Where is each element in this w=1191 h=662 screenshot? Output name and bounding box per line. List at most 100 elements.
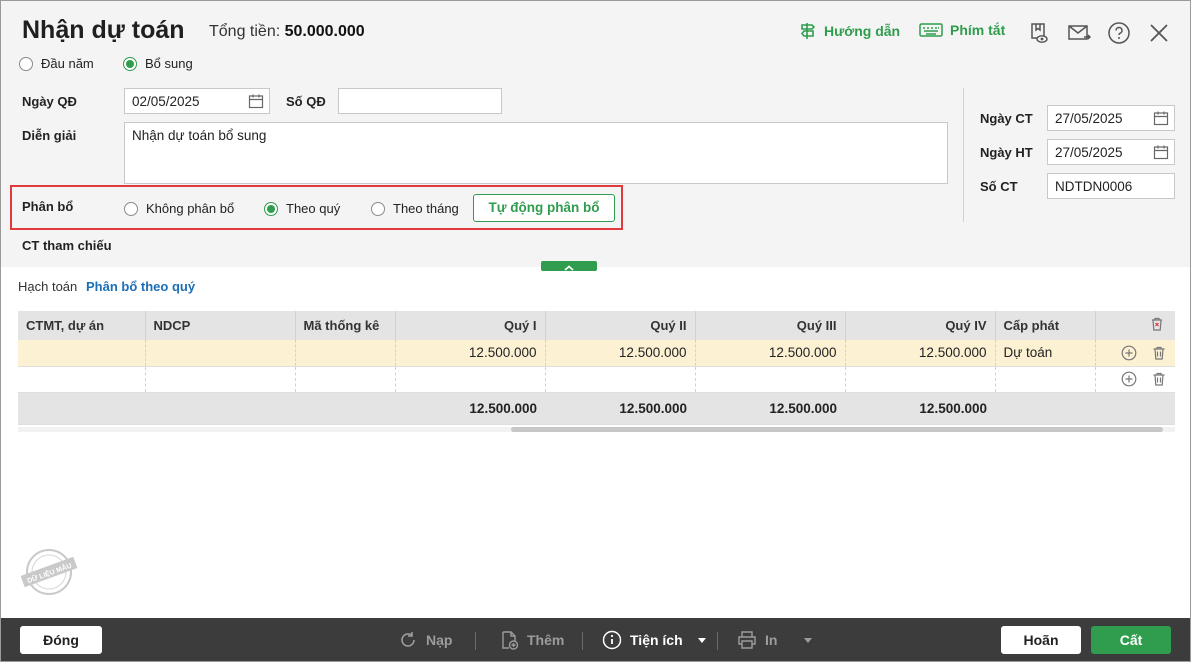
cell-quy-4[interactable]: 12.500.000 bbox=[845, 340, 996, 367]
table-row[interactable] bbox=[18, 366, 1175, 393]
radio-dau-nam[interactable]: Đầu năm bbox=[19, 56, 94, 71]
ngay-ct-input[interactable]: 27/05/2025 bbox=[1047, 105, 1175, 131]
col-quy-1[interactable]: Quý I bbox=[395, 311, 546, 340]
cell-quy-3[interactable] bbox=[695, 366, 846, 393]
print-icon bbox=[738, 631, 756, 649]
col-quy-2[interactable]: Quý II bbox=[545, 311, 696, 340]
page-title: Nhận dự toán bbox=[22, 16, 185, 44]
allocation-grid: CTMT, dự án NDCP Mã thống kê Quý I Quý I… bbox=[18, 311, 1175, 425]
tab-hach-toan[interactable]: Hạch toán bbox=[18, 279, 77, 294]
tab-phan-bo-theo-quy[interactable]: Phân bổ theo quý bbox=[86, 279, 195, 294]
radio-theo-thang[interactable]: Theo tháng bbox=[371, 201, 459, 216]
radio-bo-sung-circle bbox=[123, 56, 137, 71]
close-button[interactable]: Đóng bbox=[20, 626, 102, 654]
table-row[interactable]: 12.500.000 12.500.000 12.500.000 12.500.… bbox=[18, 340, 1175, 367]
grid-header-row: CTMT, dự án NDCP Mã thống kê Quý I Quý I… bbox=[18, 311, 1175, 340]
cell-ctmt[interactable] bbox=[18, 340, 146, 367]
ngay-ht-value: 27/05/2025 bbox=[1055, 145, 1123, 160]
caret-down-icon bbox=[697, 638, 706, 643]
delete-row-icon[interactable] bbox=[1151, 371, 1167, 387]
radio-khong-phan-bo[interactable]: Không phân bổ bbox=[124, 201, 234, 216]
print-button[interactable]: In bbox=[737, 630, 813, 650]
col-ma-thong-ke[interactable]: Mã thống kê bbox=[295, 311, 396, 340]
cell-quy-2[interactable]: 12.500.000 bbox=[545, 340, 696, 367]
reload-icon bbox=[401, 632, 415, 647]
guide-label: Hướng dẫn bbox=[824, 23, 901, 39]
radio-theo-quy-label: Theo quý bbox=[286, 201, 341, 216]
col-cap-phat[interactable]: Cấp phát bbox=[995, 311, 1096, 340]
delete-all-icon[interactable] bbox=[1149, 316, 1165, 332]
total-label: Tổng tiền: bbox=[209, 23, 281, 40]
info-icon bbox=[602, 630, 622, 650]
add-row-icon[interactable] bbox=[1121, 371, 1137, 387]
col-ctmt[interactable]: CTMT, dự án bbox=[18, 311, 146, 340]
cell-quy-2[interactable] bbox=[545, 366, 696, 393]
close-icon[interactable] bbox=[1147, 21, 1171, 45]
cell-cap-phat[interactable] bbox=[995, 366, 1096, 393]
cell-quy-3[interactable]: 12.500.000 bbox=[695, 340, 846, 367]
dien-giai-label: Diễn giải bbox=[22, 128, 77, 143]
calendar-icon[interactable] bbox=[1153, 110, 1169, 126]
so-ct-value: NDTDN0006 bbox=[1055, 179, 1133, 194]
cell-ndcp[interactable] bbox=[145, 366, 296, 393]
cell-quy-4[interactable] bbox=[845, 366, 996, 393]
cell-ma-thong-ke[interactable] bbox=[295, 366, 396, 393]
totals-row: 12.500.000 12.500.000 12.500.000 12.500.… bbox=[18, 392, 1175, 425]
mail-icon[interactable] bbox=[1067, 21, 1091, 45]
guide-button[interactable]: Hướng dẫn bbox=[799, 22, 900, 40]
delete-row-icon[interactable] bbox=[1151, 345, 1167, 361]
col-actions bbox=[1095, 311, 1175, 340]
save-button[interactable]: Cất bbox=[1091, 626, 1171, 654]
col-quy-3[interactable]: Quý III bbox=[695, 311, 846, 340]
cell-cap-phat[interactable]: Dự toán bbox=[995, 340, 1096, 367]
view-icon[interactable] bbox=[1027, 21, 1051, 45]
total-value: 50.000.000 bbox=[284, 23, 365, 40]
row-actions bbox=[1095, 366, 1175, 393]
cell-ctmt[interactable] bbox=[18, 366, 146, 393]
so-ct-label: Số CT bbox=[980, 179, 1018, 194]
ngay-ht-label: Ngày HT bbox=[980, 145, 1033, 160]
col-ndcp[interactable]: NDCP bbox=[145, 311, 296, 340]
phan-bo-label: Phân bổ bbox=[22, 199, 74, 214]
utilities-label: Tiện ích bbox=[630, 632, 683, 648]
footer-toolbar: Đóng Nạp Thêm Tiện ích In Hoãn Cất bbox=[1, 618, 1190, 661]
cell-quy-1[interactable]: 12.500.000 bbox=[395, 340, 546, 367]
radio-theo-thang-label: Theo tháng bbox=[393, 201, 459, 216]
calendar-icon[interactable] bbox=[248, 93, 264, 109]
total-quy-2: 12.500.000 bbox=[545, 392, 695, 425]
total-quy-3: 12.500.000 bbox=[695, 392, 845, 425]
calendar-icon[interactable] bbox=[1153, 144, 1169, 160]
ngay-ht-input[interactable]: 27/05/2025 bbox=[1047, 139, 1175, 165]
radio-theo-quy[interactable]: Theo quý bbox=[264, 201, 340, 216]
cell-ndcp[interactable] bbox=[145, 340, 296, 367]
reload-button[interactable]: Nạp bbox=[398, 630, 452, 650]
shortcut-label: Phím tắt bbox=[950, 22, 1006, 38]
radio-theo-quy-circle bbox=[264, 201, 278, 216]
keyboard-icon bbox=[919, 23, 943, 37]
add-button[interactable]: Thêm bbox=[499, 630, 564, 650]
ngay-qd-value: 02/05/2025 bbox=[132, 94, 200, 109]
shortcut-button[interactable]: Phím tắt bbox=[919, 22, 1005, 38]
totals-spacer bbox=[1095, 392, 1175, 425]
horizontal-scrollbar-thumb[interactable] bbox=[511, 427, 1163, 432]
so-qd-label: Số QĐ bbox=[286, 94, 326, 109]
add-row-icon[interactable] bbox=[1121, 345, 1137, 361]
cancel-button[interactable]: Hoãn bbox=[1001, 626, 1081, 654]
auto-allocate-button[interactable]: Tự động phân bổ bbox=[473, 194, 615, 222]
radio-khong-phan-bo-label: Không phân bổ bbox=[146, 201, 235, 216]
reload-label: Nạp bbox=[426, 632, 453, 648]
cell-ma-thong-ke[interactable] bbox=[295, 340, 396, 367]
dien-giai-input[interactable]: Nhận dự toán bổ sung bbox=[124, 122, 948, 184]
so-ct-input[interactable]: NDTDN0006 bbox=[1047, 173, 1175, 199]
collapse-toggle[interactable] bbox=[541, 261, 597, 271]
utilities-button[interactable]: Tiện ích bbox=[602, 630, 707, 650]
form-divider bbox=[963, 88, 964, 222]
help-icon[interactable] bbox=[1107, 21, 1131, 45]
radio-bo-sung[interactable]: Bổ sung bbox=[123, 56, 193, 71]
sample-data-stamp: DỮ LIỆU MẪU bbox=[20, 549, 78, 595]
cell-quy-1[interactable] bbox=[395, 366, 546, 393]
so-qd-input[interactable] bbox=[338, 88, 502, 114]
print-label: In bbox=[765, 632, 778, 648]
col-quy-4[interactable]: Quý IV bbox=[845, 311, 996, 340]
ngay-qd-input[interactable]: 02/05/2025 bbox=[124, 88, 270, 114]
